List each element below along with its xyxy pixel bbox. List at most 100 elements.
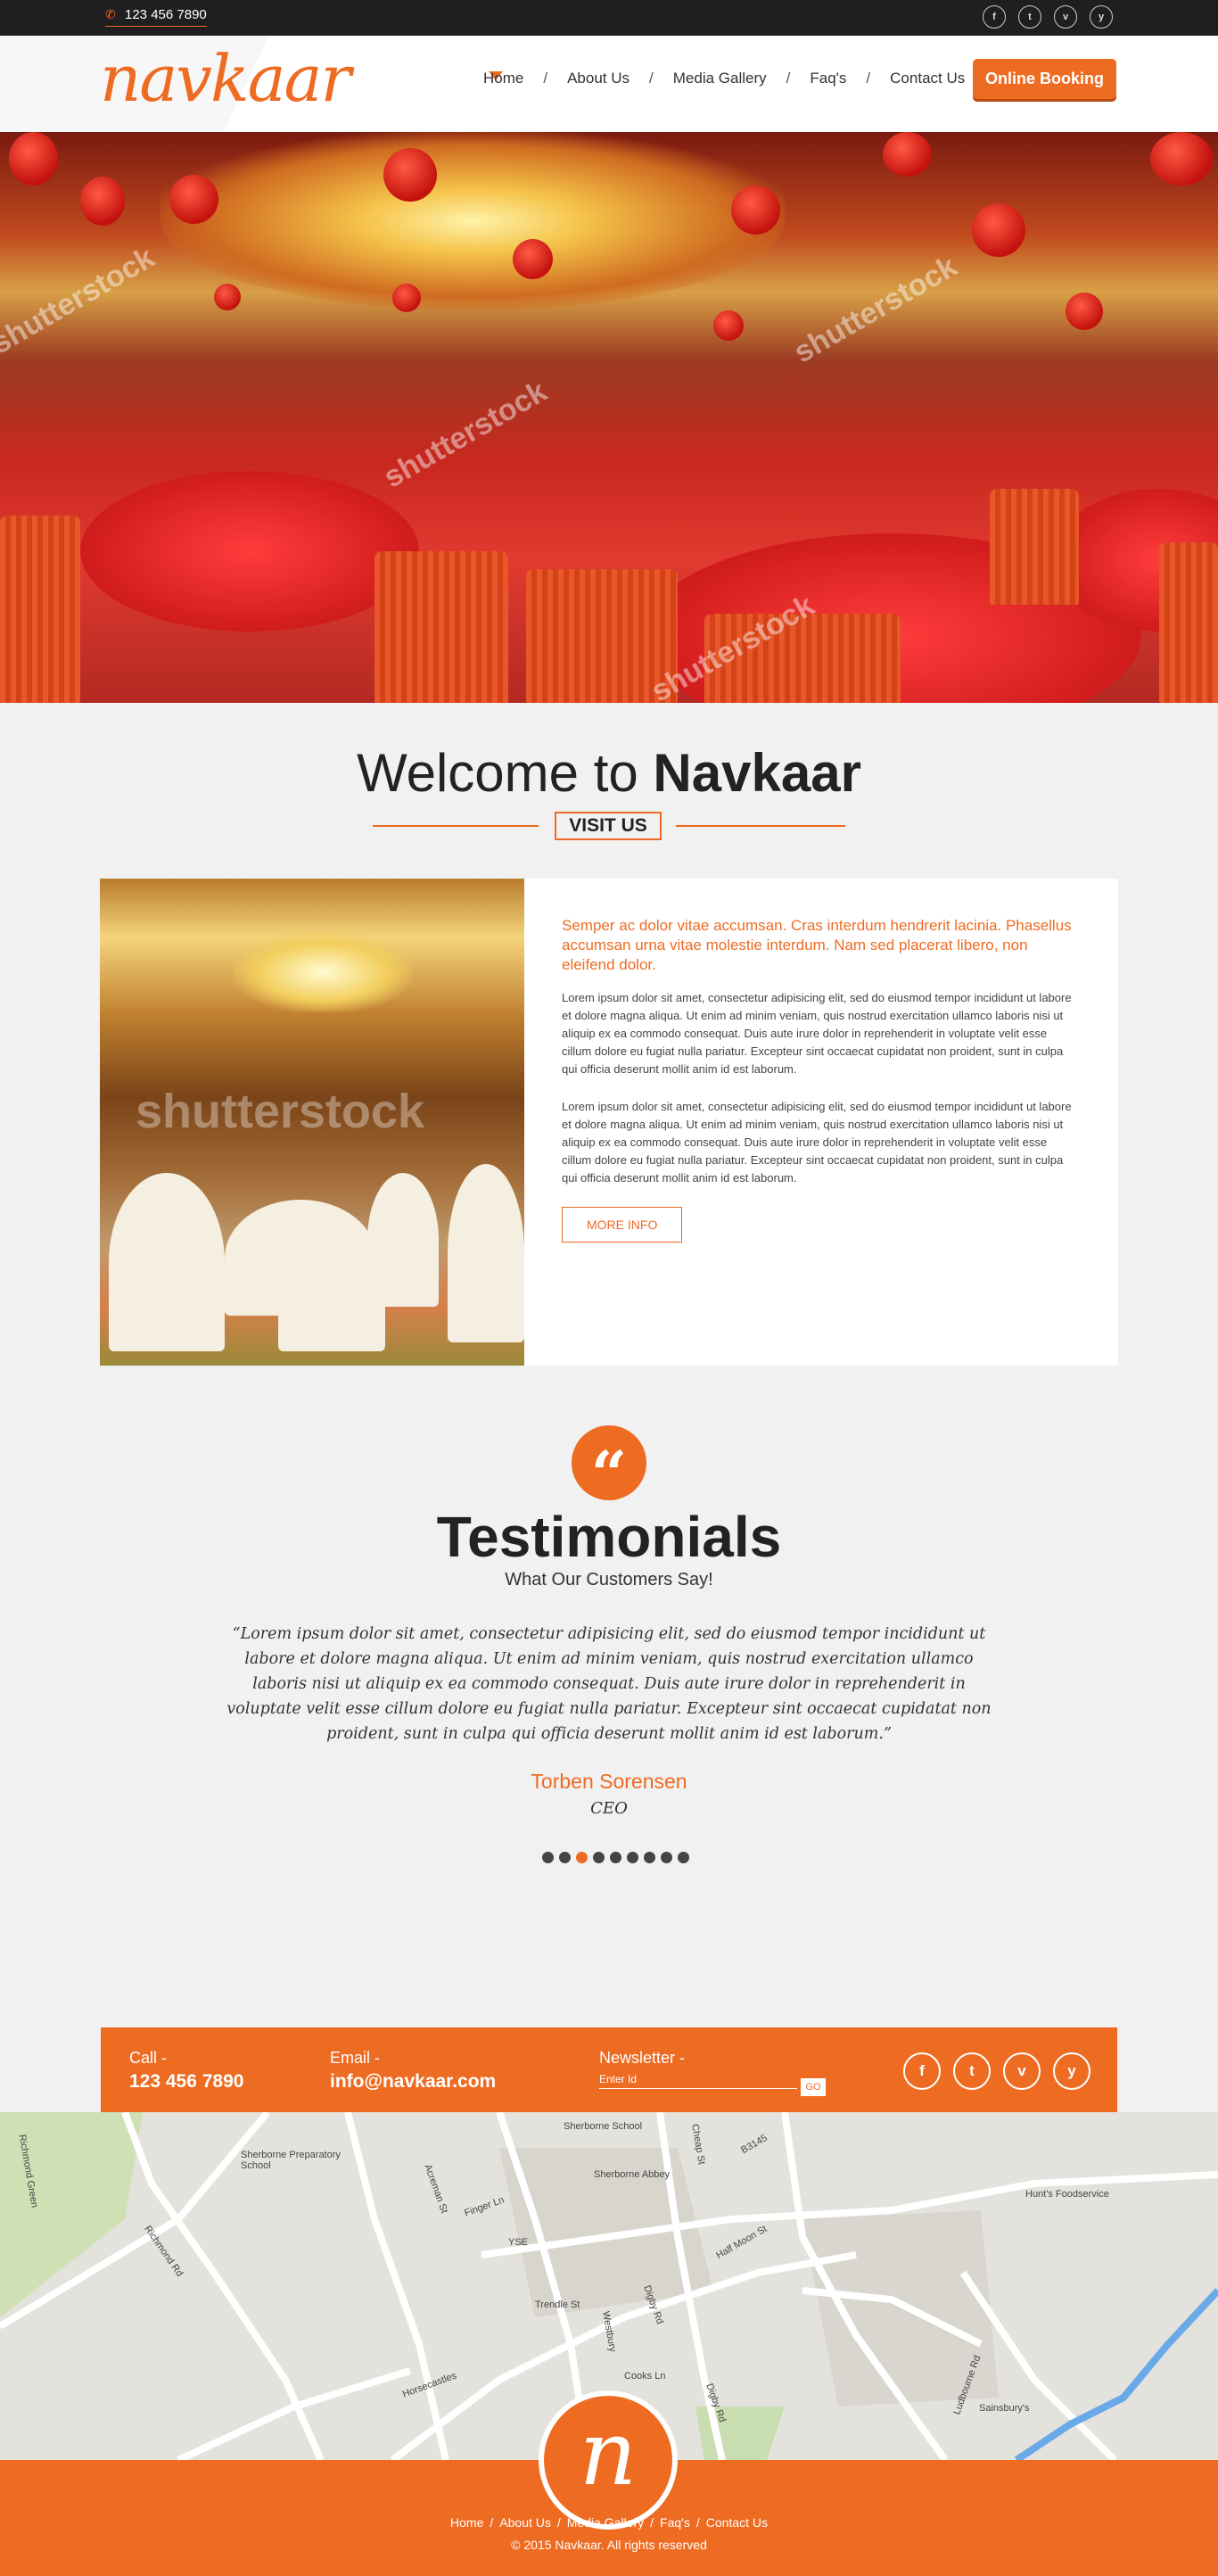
chair xyxy=(0,516,80,703)
banquet-table xyxy=(80,471,419,632)
nav-contact-us[interactable]: Contact Us xyxy=(870,70,984,87)
top-phone-number: 123 456 7890 xyxy=(125,7,207,22)
divider-line xyxy=(676,825,845,827)
newsletter-go-button[interactable]: GO xyxy=(801,2078,826,2096)
chandelier xyxy=(234,932,412,1012)
newsletter-label: Newsletter - xyxy=(599,2049,686,2067)
map-label: Sherborne Preparatory School xyxy=(241,2150,341,2171)
lantern xyxy=(883,132,932,177)
slider-dot[interactable] xyxy=(678,1852,689,1863)
map-label: Cooks Ln xyxy=(624,2371,666,2382)
call-label: Call - xyxy=(129,2049,168,2067)
watermark: shutterstock xyxy=(0,240,160,361)
contact-call: Call - 123 456 7890 xyxy=(129,2049,243,2093)
river xyxy=(1014,2288,1218,2460)
phone-icon: ✆ xyxy=(105,7,116,21)
chair xyxy=(990,489,1079,605)
top-phone[interactable]: ✆ 123 456 7890 xyxy=(105,7,207,27)
draped-chair xyxy=(448,1164,524,1342)
slider-dots xyxy=(542,1852,689,1863)
watermark: shutterstock xyxy=(377,374,553,495)
slider-dot[interactable] xyxy=(610,1852,621,1863)
slider-dot[interactable] xyxy=(576,1852,588,1863)
facebook-icon[interactable]: f xyxy=(983,5,1006,29)
vimeo-icon[interactable]: v xyxy=(1003,2052,1041,2090)
watermark: shutterstock xyxy=(136,1085,425,1138)
visit-us-button[interactable]: VISIT US xyxy=(555,812,662,840)
about-paragraph-1: Lorem ipsum dolor sit amet, consectetur … xyxy=(562,991,1072,1076)
slider-dot[interactable] xyxy=(644,1852,655,1863)
testimonial-author: Torben Sorensen xyxy=(531,1770,687,1793)
lantern xyxy=(713,310,744,341)
chair xyxy=(374,551,508,703)
testimonials-subtitle: What Our Customers Say! xyxy=(505,1570,713,1589)
contact-social-links: f t v y xyxy=(903,2052,1090,2090)
site-header: navkaar Home / About Us / Media Gallery … xyxy=(0,36,1218,132)
lantern xyxy=(1150,132,1213,186)
lantern xyxy=(9,132,58,186)
lantern xyxy=(972,203,1025,257)
footer-nav-home[interactable]: Home xyxy=(450,2515,483,2530)
slider-dot[interactable] xyxy=(661,1852,672,1863)
slider-dot[interactable] xyxy=(559,1852,571,1863)
lantern xyxy=(169,175,218,224)
welcome-title-brand: Navkaar xyxy=(653,743,861,803)
email-label: Email - xyxy=(330,2049,381,2067)
about-image: shutterstock xyxy=(100,879,524,1366)
slider-dot[interactable] xyxy=(593,1852,605,1863)
more-info-button[interactable]: MORE INFO xyxy=(562,1207,683,1243)
footer-nav-separator: / xyxy=(695,2515,700,2530)
newsletter-input[interactable]: Enter Id xyxy=(599,2073,797,2089)
nav-home[interactable]: Home xyxy=(464,70,543,87)
about-paragraph-2: Lorem ipsum dolor sit amet, consectetur … xyxy=(562,1100,1072,1185)
slider-dot[interactable] xyxy=(627,1852,638,1863)
top-bar: ✆ 123 456 7890 f t v y xyxy=(0,0,1218,36)
call-value[interactable]: 123 456 7890 xyxy=(129,2071,243,2093)
lantern xyxy=(383,148,437,202)
lantern xyxy=(392,284,421,312)
testimonial-quote: “Lorem ipsum dolor sit amet, consectetur… xyxy=(226,1625,992,1743)
lantern xyxy=(214,284,241,310)
nav-media-gallery[interactable]: Media Gallery xyxy=(654,70,786,87)
nav-about-us[interactable]: About Us xyxy=(547,70,649,87)
logo[interactable]: navkaar xyxy=(100,46,351,111)
youtube-icon[interactable]: y xyxy=(1090,5,1113,29)
footer-nav-faqs[interactable]: Faq's xyxy=(660,2515,690,2530)
map-label: Sainsbury's xyxy=(979,2403,1030,2414)
nav-faqs[interactable]: Faq's xyxy=(790,70,866,87)
lantern xyxy=(513,239,553,279)
lantern xyxy=(80,177,125,226)
copyright: © 2015 Navkaar. All rights reserved xyxy=(511,2538,707,2552)
slider-dot[interactable] xyxy=(542,1852,554,1863)
facebook-icon[interactable]: f xyxy=(903,2052,941,2090)
online-booking-button[interactable]: Online Booking xyxy=(973,59,1116,99)
top-social-links: f t v y xyxy=(983,5,1113,29)
vimeo-icon[interactable]: v xyxy=(1054,5,1077,29)
map-label: Hunt's Foodservice xyxy=(1025,2189,1109,2200)
contact-email: Email - info@navkaar.com xyxy=(330,2049,496,2093)
map-label: Sherborne School xyxy=(564,2121,643,2132)
twitter-icon[interactable]: t xyxy=(1018,5,1041,29)
footer-nav-about-us[interactable]: About Us xyxy=(499,2515,551,2530)
about-lead: Semper ac dolor vitae accumsan. Cras int… xyxy=(562,917,1072,973)
map-label: Trendle St xyxy=(535,2299,580,2310)
draped-chair xyxy=(109,1173,225,1351)
footer-nav-separator: / xyxy=(650,2515,654,2530)
youtube-icon[interactable]: y xyxy=(1053,2052,1090,2090)
divider-line xyxy=(373,825,539,827)
about-content: Semper ac dolor vitae accumsan. Cras int… xyxy=(524,879,1118,1366)
hero-image: shutterstock shutterstock shutterstock s… xyxy=(0,132,1218,703)
hero-ceiling-light xyxy=(160,132,785,310)
footer-nav-media-gallery[interactable]: Media Gallery xyxy=(567,2515,644,2530)
footer-nav-contact-us[interactable]: Contact Us xyxy=(706,2515,768,2530)
footer-nav-separator: / xyxy=(490,2515,494,2530)
email-value[interactable]: info@navkaar.com xyxy=(330,2071,496,2093)
newsletter: Newsletter - Enter Id GO xyxy=(599,2049,826,2096)
twitter-icon[interactable]: t xyxy=(953,2052,991,2090)
footer-logo[interactable]: n xyxy=(539,2390,678,2530)
welcome-title: Welcome to Navkaar xyxy=(0,742,1218,804)
testimonial-role: CEO xyxy=(590,1799,628,1818)
map-label: Sherborne Abbey xyxy=(594,2169,671,2180)
lantern xyxy=(731,186,780,235)
draped-chair xyxy=(367,1173,439,1307)
